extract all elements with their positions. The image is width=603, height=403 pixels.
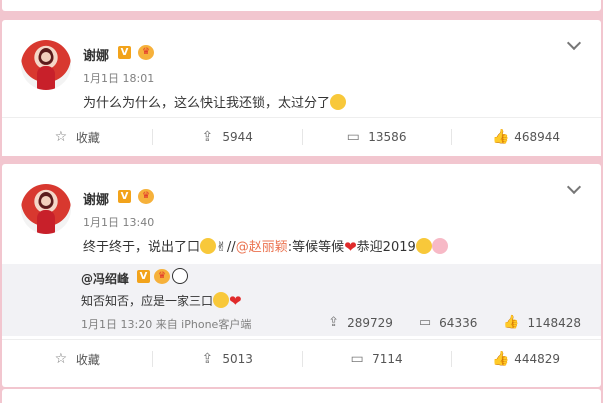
collect-label: 收藏 (75, 352, 100, 367)
victory-hand-icon: ✌ (216, 240, 227, 255)
repost-count: 5944 (222, 130, 253, 144)
reposted-time-source[interactable]: 1月1日 13:20 来自 iPhone客户端 (81, 316, 251, 332)
verified-badge-icon: V (137, 270, 150, 283)
reposted-like-button[interactable]: 👍 1148428 (503, 315, 581, 330)
like-count: 468944 (514, 130, 561, 144)
comment-icon: ▭ (346, 129, 360, 145)
action-bar: ☆ 收藏 ⇪ 5944 ▭ 13586 👍 468944 (2, 117, 601, 156)
comment-icon: ▭ (350, 351, 364, 367)
weibo-post-card: 谢娜 V ♛ 1月1日 13:40 终于终于，说出了口 ✌//@赵丽颖:等候等候❤… (2, 164, 601, 387)
collect-button[interactable]: ☆ 收藏 (2, 118, 152, 156)
thumbs-up-icon: 👍 (503, 315, 520, 330)
laughing-emoji-icon (200, 238, 217, 254)
post-text-tail: 恭迎2019 (356, 240, 416, 255)
post-text-start: 终于终于，说出了口 (83, 240, 201, 255)
sad-face-emoji-icon (330, 94, 347, 110)
vip-crown-icon: ♛ (138, 189, 154, 204)
reposted-comment-button[interactable]: ▭ 64336 (419, 315, 477, 330)
user-name[interactable]: 谢娜 (83, 189, 109, 208)
avatar[interactable] (21, 184, 71, 234)
reposted-text: 知否知否，应是一家三口 ❤ (81, 292, 242, 310)
reposted-text-body: 知否知否，应是一家三口 (81, 294, 214, 308)
repost-button[interactable]: ⇪ 5013 (151, 340, 302, 378)
repost-button[interactable]: ⇪ 5944 (151, 118, 302, 156)
post-text-body: 为什么为什么，这么快让我还锁，太过分了 (83, 96, 331, 111)
comment-count: 13586 (368, 130, 407, 144)
comment-icon: ▭ (418, 315, 432, 330)
mention-link[interactable]: @赵丽颖 (236, 240, 288, 255)
reposted-user[interactable]: @冯绍峰 (81, 270, 129, 287)
user-name[interactable]: 谢娜 (83, 45, 109, 64)
panda-icon (172, 268, 188, 284)
verified-badge-icon: V (118, 46, 131, 59)
previous-post-card (2, 0, 601, 11)
thumbs-up-icon: 👍 (492, 351, 510, 367)
reposted-content[interactable]: @冯绍峰 V ♛ 知否知否，应是一家三口 ❤ 1月1日 13:20 来自 iPho… (2, 264, 601, 336)
vip-crown-icon: ♛ (154, 269, 170, 284)
collect-button[interactable]: ☆ 收藏 (2, 340, 152, 378)
heart-icon: ❤ (229, 292, 242, 310)
chevron-down-icon[interactable] (566, 35, 582, 51)
weibo-post-card: 谢娜 V ♛ 1月1日 18:01 为什么为什么，这么快让我还锁，太过分了 ☆ … (2, 20, 601, 156)
repost-count: 5013 (222, 352, 253, 366)
thumbs-up-icon: 👍 (492, 129, 510, 145)
repost-icon: ⇪ (201, 129, 214, 145)
collect-label: 收藏 (75, 130, 100, 145)
comment-button[interactable]: ▭ 7114 (301, 340, 452, 378)
chevron-down-icon[interactable] (566, 179, 582, 195)
post-text-middle: :等候等候 (287, 240, 345, 255)
reposted-comment-count: 64336 (439, 315, 478, 330)
like-button[interactable]: 👍 468944 (451, 118, 601, 156)
verified-badge-icon: V (118, 190, 131, 203)
star-icon: ☆ (54, 351, 68, 367)
post-text: 为什么为什么，这么快让我还锁，太过分了 (83, 92, 347, 111)
post-time[interactable]: 1月1日 13:40 (83, 214, 154, 230)
crying-emoji-icon (415, 238, 432, 254)
comment-button[interactable]: ▭ 13586 (301, 118, 452, 156)
post-text: 终于终于，说出了口 ✌//@赵丽颖:等候等候❤恭迎2019 (83, 236, 448, 256)
star-icon: ☆ (54, 129, 68, 145)
reposted-repost-count: 289729 (347, 315, 393, 330)
repost-icon: ⇪ (328, 315, 340, 330)
vip-crown-icon: ♛ (138, 45, 154, 60)
reposted-like-count: 1148428 (527, 315, 581, 330)
reposted-stats: ⇪ 289729 ▭ 64336 👍 1148428 (328, 315, 581, 330)
shocked-emoji-icon (213, 292, 230, 308)
reposted-repost-button[interactable]: ⇪ 289729 (328, 315, 393, 330)
avatar[interactable] (21, 40, 71, 90)
comment-count: 7114 (372, 352, 403, 366)
repost-separator: // (226, 240, 236, 255)
like-count: 444829 (514, 352, 561, 366)
pig-emoji-icon (431, 238, 448, 254)
like-button[interactable]: 👍 444829 (451, 340, 601, 378)
post-time[interactable]: 1月1日 18:01 (83, 70, 154, 86)
action-bar: ☆ 收藏 ⇪ 5013 ▭ 7114 👍 444829 (2, 339, 601, 378)
repost-icon: ⇪ (201, 351, 214, 367)
next-post-card (2, 389, 601, 403)
heart-icon: ❤ (344, 238, 357, 256)
